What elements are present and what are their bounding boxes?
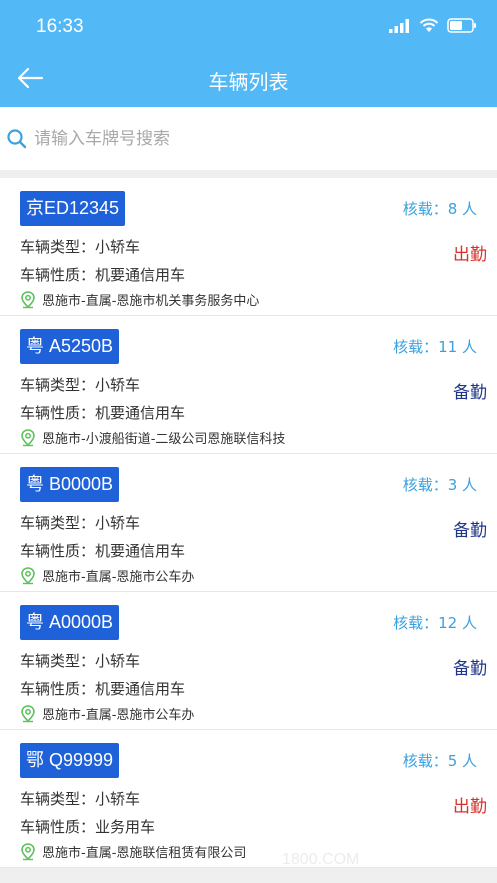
vehicle-card[interactable]: 京ED12345 核载：8 人 车辆类型：小轿车 车辆性质：机要通信用车 出勤 … [0,178,497,316]
capacity-text: 核载：8 人 [402,200,477,218]
capacity-text: 核载：3 人 [402,476,477,494]
vehicle-type: 车辆类型：小轿车 [20,238,141,256]
signal-icon [389,18,409,33]
vehicle-card[interactable]: 粤 A0000B 核载：12 人 车辆类型：小轿车 车辆性质：机要通信用车 备勤… [0,592,497,730]
vehicle-type: 车辆类型：小轿车 [20,652,141,670]
search-bar [0,107,497,170]
status-badge: 出勤 [453,797,487,817]
location-pin-icon [21,290,35,308]
organization: 恩施市-直属-恩施市公车办 [20,704,194,723]
vehicle-nature: 车辆性质：机要通信用车 [20,542,186,560]
organization-label: 恩施市-直属-恩施联信租赁有限公司 [42,846,247,861]
organization: 恩施市-直属-恩施市公车办 [20,566,194,585]
capacity-text: 核载：12 人 [393,614,477,632]
battery-icon [447,18,476,33]
wifi-icon [419,18,439,32]
vehicle-card[interactable]: 粤 B0000B 核载：3 人 车辆类型：小轿车 车辆性质：机要通信用车 备勤 … [0,454,497,592]
location-pin-icon [21,566,35,584]
search-input[interactable] [34,128,474,149]
vehicle-nature: 车辆性质：机要通信用车 [20,404,186,422]
status-badge: 备勤 [453,521,487,541]
organization-label: 恩施市-小渡船街道-二级公司恩施联信科技 [42,432,286,447]
vehicle-type: 车辆类型：小轿车 [20,376,141,394]
vehicle-card[interactable]: 粤 A5250B 核载：11 人 车辆类型：小轿车 车辆性质：机要通信用车 备勤… [0,316,497,454]
location-pin-icon [21,842,35,860]
page-title: 车辆列表 [208,70,289,94]
plate-number: 粤 A5250B [20,329,120,364]
plate-number: 粤 A0000B [20,605,120,640]
organization: 恩施市-小渡船街道-二级公司恩施联信科技 [20,428,285,447]
status-time: 16:33 [36,16,84,37]
location-pin-icon [21,704,35,722]
status-icons [389,18,477,33]
plate-number: 京ED12345 [20,191,126,226]
watermark: 1800.COM [282,851,360,868]
organization: 恩施市-直属-恩施联信租赁有限公司 [20,842,246,861]
vehicle-type: 车辆类型：小轿车 [20,514,141,532]
status-bar: 16:33 [0,0,497,52]
vehicle-nature: 车辆性质：业务用车 [20,818,156,836]
status-badge: 备勤 [453,659,487,679]
capacity-text: 核载：5 人 [402,752,477,770]
organization-label: 恩施市-直属-恩施市机关事务服务中心 [42,294,260,309]
location-pin-icon [21,428,35,446]
vehicle-nature: 车辆性质：机要通信用车 [20,680,186,698]
plate-number: 鄂 Q99999 [20,743,120,778]
organization: 恩施市-直属-恩施市机关事务服务中心 [20,290,259,309]
vehicle-nature: 车辆性质：机要通信用车 [20,266,186,284]
app-header: 16:33 车辆列表 [0,0,497,107]
organization-label: 恩施市-直属-恩施市公车办 [42,570,195,585]
search-icon [7,128,27,148]
organization-label: 恩施市-直属-恩施市公车办 [42,708,195,723]
vehicle-type: 车辆类型：小轿车 [20,790,141,808]
capacity-text: 核载：11 人 [393,338,477,356]
nav-bar: 车辆列表 [0,52,497,107]
plate-number: 粤 B0000B [20,467,120,502]
status-badge: 出勤 [453,245,487,265]
vehicle-list: 京ED12345 核载：8 人 车辆类型：小轿车 车辆性质：机要通信用车 出勤 … [0,178,497,868]
vehicle-card[interactable]: 鄂 Q99999 核载：5 人 车辆类型：小轿车 车辆性质：业务用车 出勤 恩施… [0,730,497,868]
status-badge: 备勤 [453,383,487,403]
